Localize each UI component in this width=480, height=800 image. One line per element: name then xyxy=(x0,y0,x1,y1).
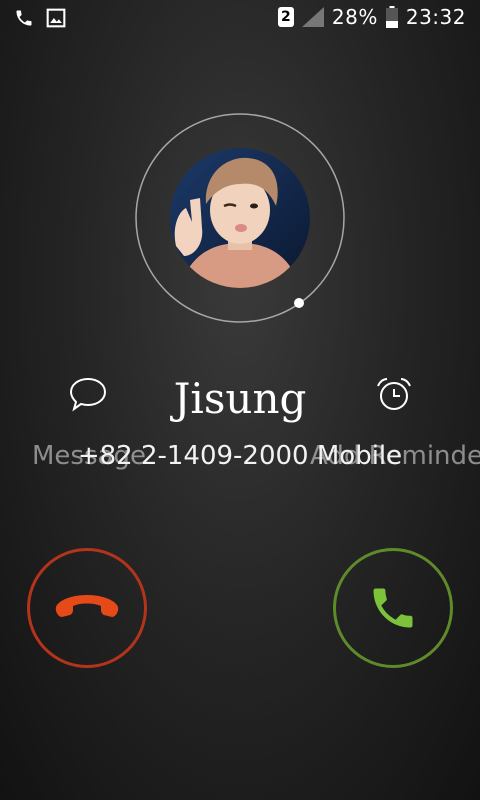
battery-percent: 28% xyxy=(331,5,378,29)
hang-up-icon xyxy=(55,595,119,617)
caller-avatar xyxy=(170,148,310,288)
caller-number: +82 2-1409-2000 Mobile xyxy=(77,441,403,471)
caller-name: Jisung xyxy=(173,374,307,423)
answer-button[interactable] xyxy=(333,548,453,668)
status-left xyxy=(14,8,66,28)
clock-time: 23:32 xyxy=(405,5,466,29)
phone-icon xyxy=(16,10,32,26)
image-icon xyxy=(46,8,66,28)
sim-slot-badge: 2 xyxy=(277,7,294,27)
status-right: 2 28% 23:32 xyxy=(277,5,466,29)
phone-answer-icon xyxy=(373,588,413,628)
status-bar: 2 28% 23:32 xyxy=(0,0,480,36)
signal-icon xyxy=(301,7,324,27)
ring-handle-dot xyxy=(294,298,304,308)
decline-button[interactable] xyxy=(27,548,147,668)
battery-icon xyxy=(385,6,398,28)
